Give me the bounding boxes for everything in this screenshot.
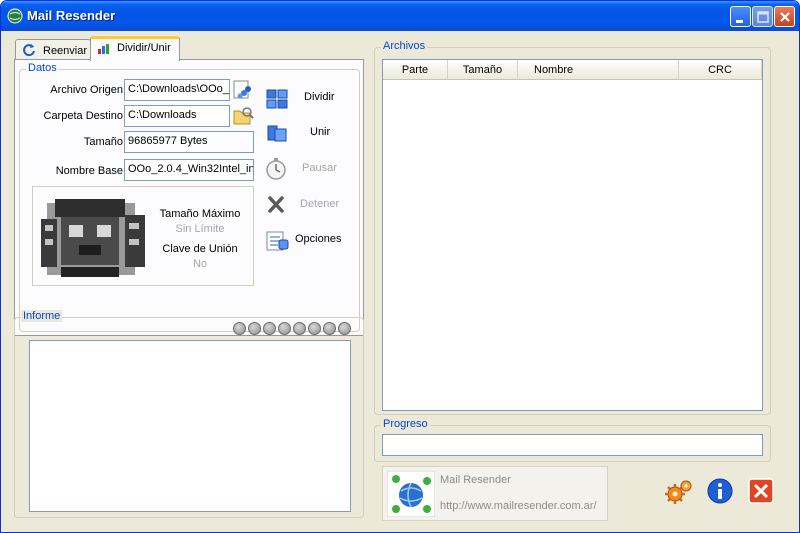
archivos-table[interactable]: Parte Tamaño Nombre CRC <box>382 59 763 411</box>
about-app-name: Mail Resender <box>440 474 511 486</box>
carpeta-destino-label: Carpeta Destino <box>43 110 124 122</box>
chart-icon <box>98 44 109 54</box>
column-header-parte[interactable]: Parte <box>383 60 448 80</box>
column-header-tamano[interactable]: Tamaño <box>448 60 518 80</box>
informe-group: Informe <box>14 310 364 518</box>
informe-legend: Informe <box>21 310 63 322</box>
tab-dividir-unir-label: Dividir/Unir <box>117 42 171 54</box>
opciones-button[interactable]: Opciones <box>264 226 354 254</box>
datos-legend: Datos <box>26 62 59 74</box>
close-window-button[interactable] <box>774 6 795 27</box>
stopwatch-icon <box>266 158 286 180</box>
column-header-nombre[interactable]: Nombre <box>518 60 679 80</box>
detener-button[interactable]: Detener <box>264 191 354 219</box>
pausar-button[interactable]: Pausar <box>264 155 354 183</box>
window-title: Mail Resender <box>27 8 116 23</box>
opciones-label: Opciones <box>295 233 342 245</box>
archivo-origen-input[interactable]: C:\Downloads\OOo_ <box>124 79 230 101</box>
globe-logo-icon <box>387 471 435 517</box>
archivos-legend: Archivos <box>381 40 428 52</box>
status-indicator-light <box>293 322 306 335</box>
status-indicator-light <box>323 322 336 335</box>
status-indicator-light <box>263 322 276 335</box>
browse-file-icon[interactable] <box>232 79 254 101</box>
tab-dividir-unir[interactable]: Dividir/Unir <box>90 36 180 61</box>
status-indicator-light <box>308 322 321 335</box>
nombre-base-input[interactable]: OOo_2.0.4_Win32Intel_in <box>124 159 254 181</box>
info-icon[interactable] <box>706 477 734 505</box>
tamano-label: Tamaño <box>83 136 123 148</box>
settings-gears-icon[interactable] <box>664 477 694 507</box>
column-header-crc[interactable]: CRC <box>679 60 762 80</box>
tab-reenviar[interactable]: Reenviar <box>15 39 91 61</box>
browse-folder-icon[interactable] <box>232 105 254 127</box>
unir-label: Unir <box>310 126 331 138</box>
exit-icon[interactable] <box>748 478 774 504</box>
informe-log-area[interactable] <box>29 340 351 512</box>
tamano-maximo-label: Tamaño Máximo <box>159 208 241 220</box>
split-icon <box>266 89 288 109</box>
dividir-label: Dividir <box>304 91 335 103</box>
about-panel: Mail Resender http://www.mailresender.co… <box>382 466 608 521</box>
close-icon <box>780 12 790 22</box>
options-icon <box>266 231 289 251</box>
minimize-icon <box>736 20 743 23</box>
aztec-mask-image <box>41 199 145 277</box>
archivo-origen-label: Archivo Origen <box>50 84 123 96</box>
stop-x-icon <box>268 196 284 213</box>
client-area: Reenviar Dividir/Unir Datos Archivo Orig… <box>4 31 797 531</box>
app-window: Mail Resender Reenviar Dividir/Unir Dato… <box>0 0 800 533</box>
status-indicator-light <box>248 322 261 335</box>
unir-button[interactable]: Unir <box>264 119 354 147</box>
progreso-group: Progreso <box>374 418 771 462</box>
status-indicator-light <box>278 322 291 335</box>
detener-label: Detener <box>300 198 340 210</box>
status-indicator-light <box>338 322 351 335</box>
progreso-legend: Progreso <box>381 418 430 430</box>
maximize-button[interactable] <box>752 6 773 27</box>
progress-bar <box>382 434 763 456</box>
dividir-unir-panel: Datos Archivo Origen C:\Downloads\OOo_ C… <box>14 59 364 336</box>
minimize-button[interactable] <box>730 6 751 27</box>
carpeta-destino-input[interactable]: C:\Downloads <box>124 105 230 127</box>
title-bar[interactable]: Mail Resender <box>1 1 799 31</box>
clave-union-label: Clave de Unión <box>162 243 238 255</box>
pausar-label: Pausar <box>302 162 337 174</box>
refresh-icon <box>23 44 35 57</box>
dividir-button[interactable]: Dividir <box>264 84 354 112</box>
tab-reenviar-label: Reenviar <box>43 45 88 57</box>
tamano-field: 96865977 Bytes <box>124 131 254 153</box>
globe-app-icon <box>7 8 23 24</box>
tamano-maximo-value: Sin Límite <box>175 223 225 235</box>
nombre-base-label: Nombre Base <box>55 165 123 177</box>
join-icon <box>267 125 287 142</box>
about-url-link[interactable]: http://www.mailresender.com.ar/ <box>440 500 597 512</box>
maximize-icon <box>757 11 769 23</box>
split-info-box: Tamaño Máximo Sin Límite Clave de Unión … <box>32 186 254 286</box>
clave-union-value: No <box>192 258 208 270</box>
datos-group: Datos Archivo Origen C:\Downloads\OOo_ C… <box>19 62 360 332</box>
status-indicator-light <box>233 322 246 335</box>
